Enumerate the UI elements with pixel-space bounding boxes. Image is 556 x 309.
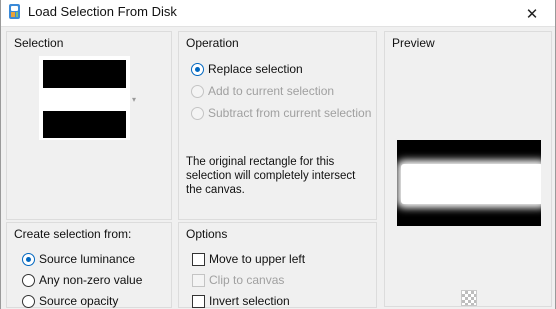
operation-group-label: Operation (186, 36, 239, 50)
radio-replace-selection[interactable]: Replace selection (191, 60, 303, 78)
title-bar[interactable]: Load Selection From Disk ✕ (1, 0, 555, 27)
checkbox-disabled[interactable] (192, 273, 205, 287)
create-group-label: Create selection from: (14, 227, 132, 241)
selection-group-label: Selection (14, 36, 64, 50)
radio-button-checked[interactable] (22, 252, 35, 266)
options-group: Options Move to upper left Clip to canva… (178, 222, 377, 308)
radio-label: Replace selection (208, 62, 303, 76)
operation-group: Operation Replace selection Add to curre… (178, 31, 377, 220)
preview-group-label: Preview (392, 36, 435, 50)
close-button[interactable]: ✕ (509, 0, 555, 27)
checkbox[interactable] (192, 252, 205, 266)
preview-group: Preview (384, 31, 552, 307)
radio-add-selection[interactable]: Add to current selection (191, 82, 334, 100)
checkbox-clip-to-canvas[interactable]: Clip to canvas (192, 271, 284, 289)
checkbox-move-upper-left[interactable]: Move to upper left (192, 250, 305, 268)
thumbnail-white-band (43, 88, 126, 111)
radio-label: Source luminance (39, 252, 136, 266)
selection-group: Selection ▾ (6, 31, 172, 220)
selection-thumbnail-image (43, 60, 126, 138)
radio-label: Subtract from current selection (208, 106, 372, 120)
dialog-window: Load Selection From Disk ✕ Selection ▾ O… (0, 0, 556, 309)
options-group-label: Options (186, 227, 228, 241)
transparency-checker-icon[interactable] (461, 290, 477, 306)
selection-thumbnail-dropdown[interactable] (39, 56, 130, 140)
radio-button[interactable] (22, 294, 35, 308)
radio-label: Source opacity (39, 294, 119, 308)
radio-button-disabled[interactable] (191, 84, 204, 98)
create-selection-group: Create selection from: Source luminance … (6, 222, 172, 308)
radio-subtract-selection[interactable]: Subtract from current selection (191, 104, 371, 122)
radio-source-luminance[interactable]: Source luminance (22, 250, 135, 268)
radio-label: Add to current selection (208, 84, 335, 98)
checkbox-label: Move to upper left (209, 252, 306, 266)
checkbox-invert-selection[interactable]: Invert selection (192, 292, 290, 309)
close-icon: ✕ (525, 5, 539, 23)
paintshop-icon (9, 4, 20, 19)
radio-source-opacity[interactable]: Source opacity (22, 292, 118, 309)
chevron-down-icon[interactable]: ▾ (132, 95, 136, 104)
radio-button-checked[interactable] (191, 62, 204, 76)
operation-info-text: The original rectangle for this selectio… (186, 156, 356, 196)
preview-white-band (401, 164, 541, 204)
radio-any-non-zero[interactable]: Any non-zero value (22, 271, 142, 289)
preview-image (397, 140, 541, 226)
radio-button-disabled[interactable] (191, 106, 204, 120)
window-title: Load Selection From Disk (28, 4, 177, 19)
checkbox-label: Clip to canvas (209, 273, 285, 287)
radio-label: Any non-zero value (39, 273, 143, 287)
checkbox[interactable] (192, 294, 205, 308)
radio-button[interactable] (22, 273, 35, 287)
checkbox-label: Invert selection (209, 294, 290, 308)
